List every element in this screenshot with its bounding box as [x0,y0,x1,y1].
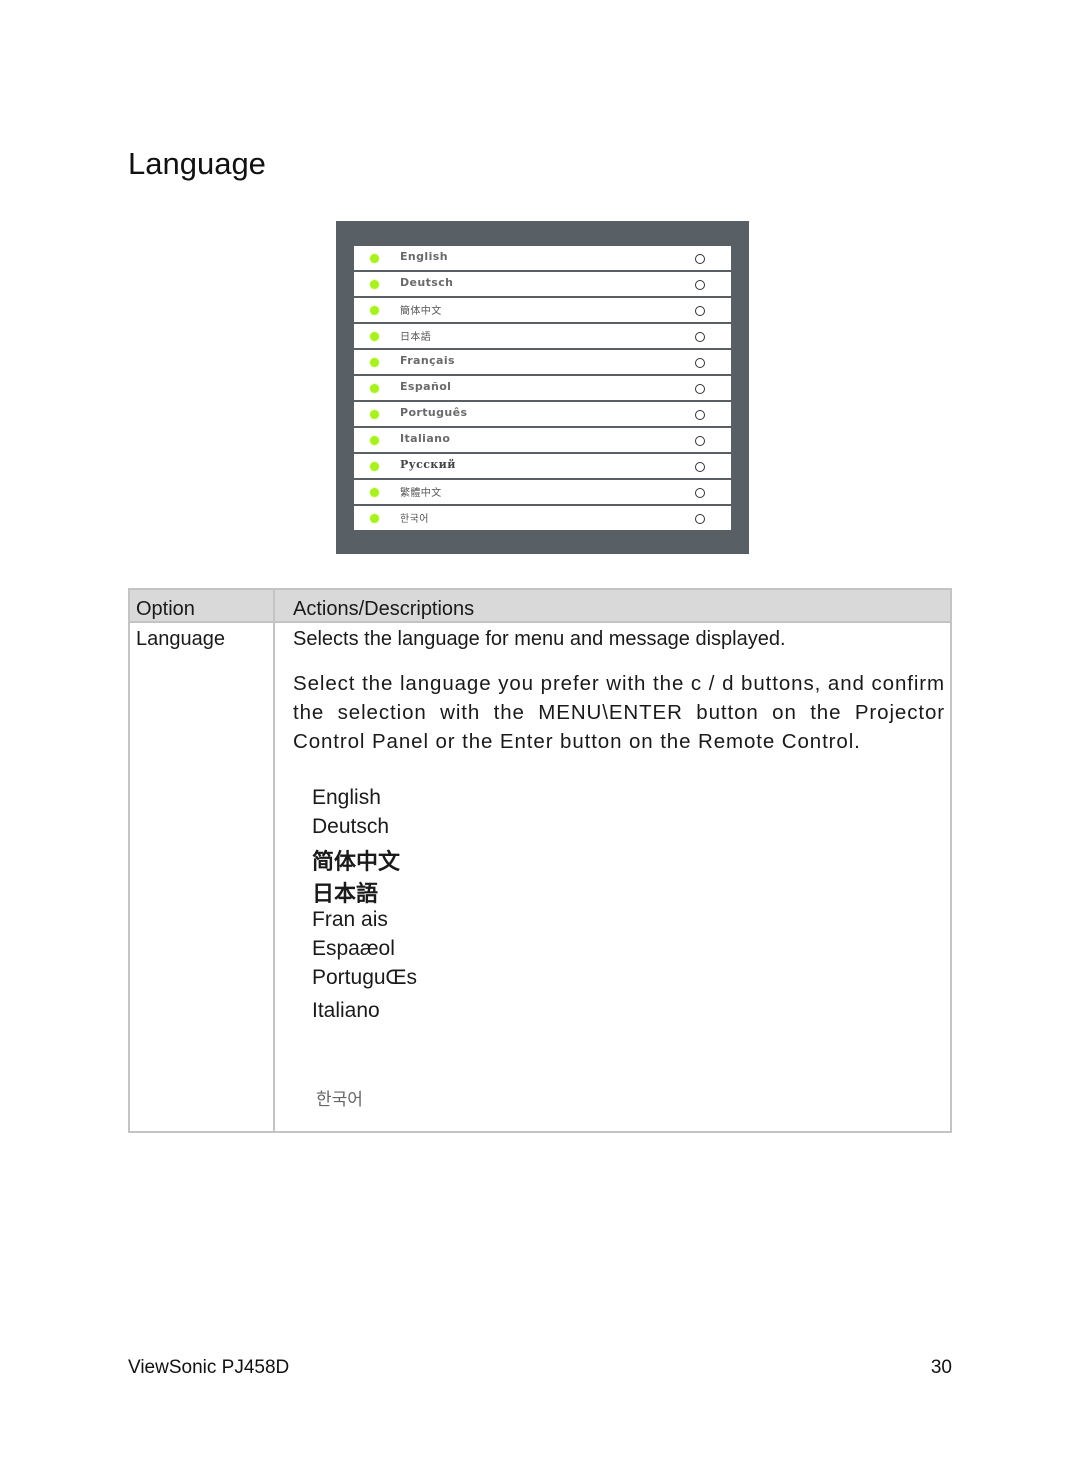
osd-language-option: Русский [354,454,731,478]
green-bullet-icon [370,384,379,393]
radio-button-icon [695,488,705,498]
radio-button-icon [695,410,705,420]
option-cell-language: Language [136,628,225,650]
osd-language-label: 繁體中文 [400,488,442,499]
radio-button-icon [695,514,705,524]
osd-language-label: 日本語 [400,332,432,343]
language-list-item: Italiano [312,999,380,1022]
column-divider [273,590,275,1131]
language-list-item: English [312,786,381,809]
osd-language-list: English Deutsch 簡体中文日本語 Français Español Port… [354,246,731,530]
osd-language-option: Deutsch [354,272,731,296]
osd-language-label: Español [400,380,452,393]
green-bullet-icon [370,410,379,419]
header-option: Option [136,598,195,620]
description-body: Select the language you prefer with the … [293,672,945,753]
language-list-item: Deutsch [312,815,390,838]
green-bullet-icon [370,306,379,315]
green-bullet-icon [370,462,379,471]
language-list-item: PortuguŒs [312,966,418,989]
osd-language-option: 簡体中文 [354,298,731,322]
green-bullet-icon [370,358,379,367]
options-table: Option Actions/Descriptions Language Sel… [128,588,952,1133]
osd-language-label: 簡体中文 [400,306,442,317]
osd-language-label: 한국어 [400,514,429,525]
osd-language-option: Français [354,350,731,374]
radio-button-icon [695,280,705,290]
radio-button-icon [695,332,705,342]
language-list-item: 简体中文 [312,850,401,875]
footer-page-number: 30 [930,1357,952,1378]
language-list-item: Fran ais [312,908,388,931]
osd-language-label: Português [400,406,468,419]
green-bullet-icon [370,254,379,263]
radio-button-icon [695,384,705,394]
osd-language-option: 日本語 [354,324,731,348]
osd-language-label: Русский [400,458,456,471]
green-bullet-icon [370,280,379,289]
osd-language-label: Italiano [400,432,451,445]
osd-language-option: Italiano [354,428,731,452]
header-actions-descriptions: Actions/Descriptions [293,598,475,620]
green-bullet-icon [370,514,379,523]
radio-button-icon [695,254,705,264]
osd-language-option: 繁體中文 [354,480,731,504]
language-list-item: Espaæol [312,937,395,960]
radio-button-icon [695,358,705,368]
osd-language-label: Français [400,354,455,367]
osd-language-option: 한국어 [354,506,731,530]
green-bullet-icon [370,488,379,497]
green-bullet-icon [370,332,379,341]
osd-language-label: English [400,250,448,263]
table-header-row: Option Actions/Descriptions [130,590,950,623]
osd-language-option: Español [354,376,731,400]
radio-button-icon [695,436,705,446]
osd-language-label: Deutsch [400,276,454,289]
green-bullet-icon [370,436,379,445]
osd-language-option: Português [354,402,731,426]
page-title: Language [128,146,266,181]
radio-button-icon [695,462,705,472]
language-list-item: 한국어 [316,1090,363,1110]
osd-language-option: English [354,246,731,270]
description-summary: Selects the language for menu and messag… [293,628,786,650]
radio-button-icon [695,306,705,316]
language-list-item: 日本語 [312,882,379,907]
footer-product-name: ViewSonic PJ458D [128,1357,290,1378]
osd-language-menu-screenshot: English Deutsch 簡体中文日本語 Français Español Port… [336,221,749,554]
